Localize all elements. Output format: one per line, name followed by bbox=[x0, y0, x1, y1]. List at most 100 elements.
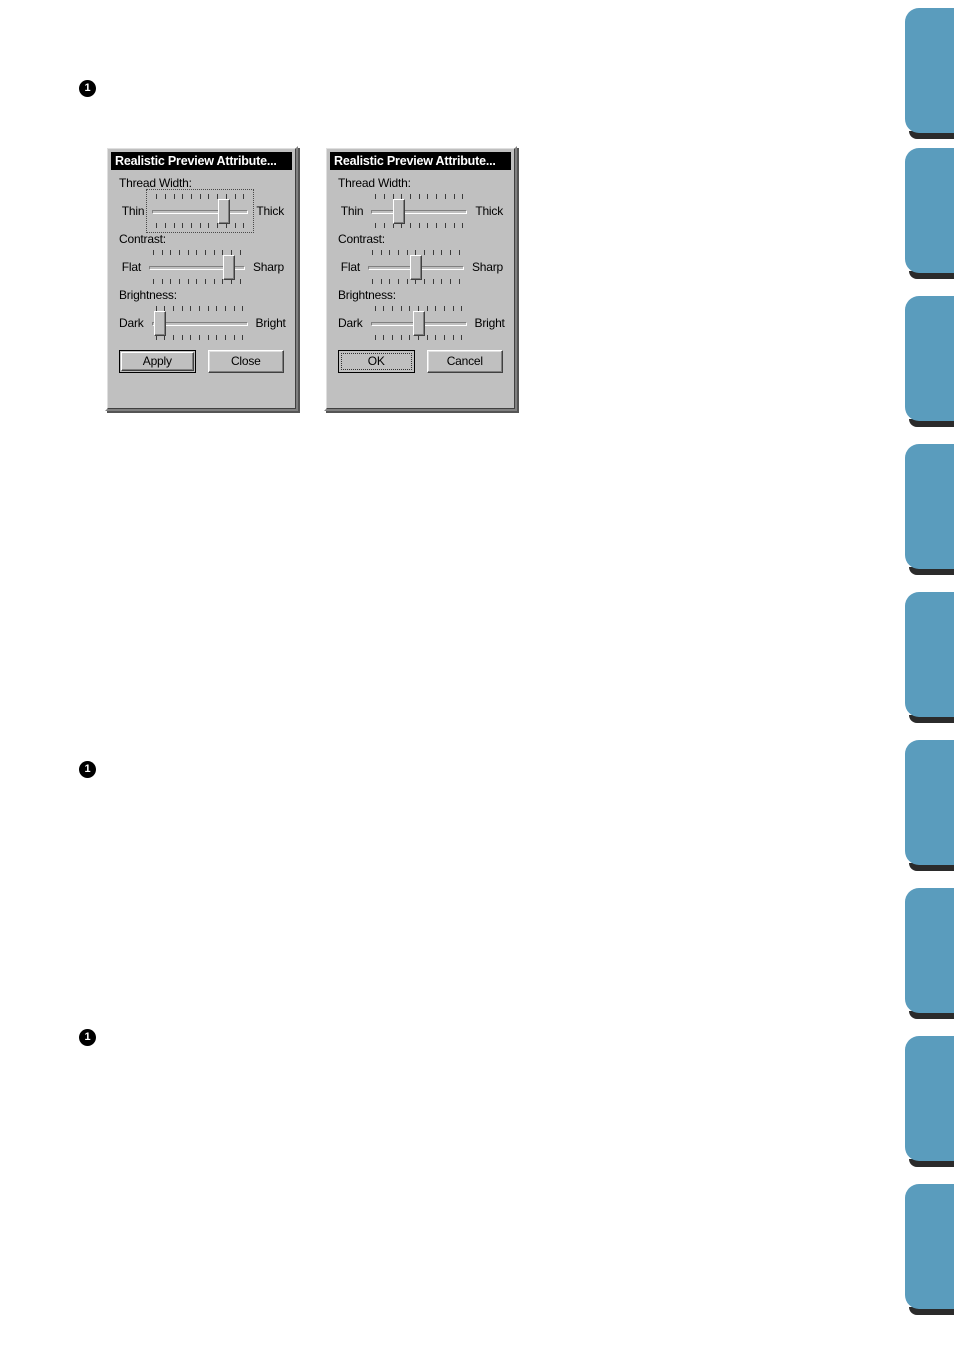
slider-max-label-contrast: Sharp bbox=[252, 260, 284, 274]
tick-mark bbox=[375, 194, 377, 199]
tick-mark bbox=[179, 279, 181, 284]
dialog-title-bar[interactable]: Realistic Preview Attribute... bbox=[330, 152, 511, 170]
index-tab-1[interactable] bbox=[905, 8, 954, 139]
tick-mark bbox=[181, 306, 183, 311]
ok-button[interactable]: OK bbox=[338, 350, 415, 373]
tick-mark bbox=[461, 335, 463, 340]
slider-thumb[interactable] bbox=[409, 255, 422, 280]
tick-mark bbox=[389, 279, 391, 284]
group-contrast: Contrast: Flat Sharp bbox=[338, 232, 503, 288]
step-bullet-3: 1 bbox=[79, 1029, 96, 1046]
slider-min-label-contrast: Flat bbox=[121, 260, 141, 274]
tick-mark bbox=[172, 335, 174, 340]
cancel-button[interactable]: Cancel bbox=[426, 350, 503, 373]
tick-mark bbox=[205, 250, 207, 255]
slider-thread-width[interactable] bbox=[369, 191, 469, 231]
tick-mark bbox=[198, 335, 200, 340]
tick-mark bbox=[216, 306, 218, 311]
tick-mark bbox=[161, 250, 163, 255]
slider-min-label-thread-width: Thin bbox=[340, 204, 364, 218]
index-tab-4[interactable] bbox=[905, 444, 954, 575]
tick-mark bbox=[452, 335, 454, 340]
index-tab-face bbox=[905, 888, 954, 1013]
tick-mark bbox=[389, 250, 391, 255]
tick-mark bbox=[196, 250, 198, 255]
tick-mark bbox=[452, 306, 454, 311]
slider-ticks-bottom bbox=[375, 223, 464, 228]
tick-mark bbox=[409, 306, 411, 311]
slider-thumb[interactable] bbox=[412, 311, 425, 336]
tick-mark bbox=[170, 279, 172, 284]
slider-row-brightness: Dark Bright bbox=[338, 302, 505, 344]
apply-button[interactable]: Apply bbox=[119, 350, 196, 373]
tick-mark bbox=[426, 335, 428, 340]
slider-thumb[interactable] bbox=[393, 199, 406, 224]
tick-mark bbox=[436, 194, 438, 199]
index-tab-9[interactable] bbox=[905, 1184, 954, 1315]
tick-mark bbox=[207, 306, 209, 311]
dialog-ok-cancel: Realistic Preview Attribute... Thread Wid… bbox=[324, 146, 517, 411]
slider-brightness[interactable] bbox=[369, 303, 469, 343]
group-label-contrast: Contrast: bbox=[119, 232, 166, 246]
tick-mark bbox=[435, 335, 437, 340]
tick-mark bbox=[152, 279, 154, 284]
slider-contrast[interactable] bbox=[147, 247, 247, 287]
tick-mark bbox=[444, 306, 446, 311]
index-tab-5[interactable] bbox=[905, 592, 954, 723]
tick-mark bbox=[427, 194, 429, 199]
page-content: 1 1 1 Realistic Preview Attribute... Thread … bbox=[0, 0, 905, 1348]
slider-max-label-thread-width: Thick bbox=[475, 204, 503, 218]
tick-mark bbox=[205, 279, 207, 284]
slider-thumb[interactable] bbox=[154, 311, 167, 336]
tick-mark bbox=[461, 306, 463, 311]
slider-row-thread-width: Thin Thick bbox=[119, 189, 284, 233]
slider-thumb[interactable] bbox=[222, 255, 235, 280]
tick-mark bbox=[207, 335, 209, 340]
index-tab-8[interactable] bbox=[905, 1036, 954, 1167]
slider-min-label-brightness: Dark bbox=[338, 316, 363, 330]
index-tab-face bbox=[905, 296, 954, 421]
tick-mark bbox=[242, 335, 244, 340]
tick-mark bbox=[242, 306, 244, 311]
button-face: OK bbox=[341, 353, 412, 370]
slider-ticks-top bbox=[375, 194, 464, 199]
tick-mark bbox=[450, 279, 452, 284]
tick-mark bbox=[233, 335, 235, 340]
dialog-button-row: OK Cancel bbox=[330, 344, 511, 381]
index-tab-2[interactable] bbox=[905, 148, 954, 279]
slider-contrast[interactable] bbox=[366, 247, 466, 287]
slider-row-brightness: Dark Bright bbox=[119, 302, 286, 344]
button-face: Apply bbox=[121, 352, 194, 371]
slider-min-label-brightness: Dark bbox=[119, 316, 144, 330]
tick-mark bbox=[374, 306, 376, 311]
slider-max-label-brightness: Bright bbox=[474, 316, 505, 330]
slider-focus-rect bbox=[146, 189, 255, 233]
tick-mark bbox=[152, 250, 154, 255]
tick-mark bbox=[424, 250, 426, 255]
tick-mark bbox=[410, 223, 412, 228]
tick-mark bbox=[441, 279, 443, 284]
tick-mark bbox=[406, 250, 408, 255]
index-tab-face bbox=[905, 444, 954, 569]
tick-mark bbox=[441, 250, 443, 255]
tick-mark bbox=[198, 306, 200, 311]
dialog-apply-close: Realistic Preview Attribute... Thread Wid… bbox=[105, 146, 298, 411]
tick-mark bbox=[432, 250, 434, 255]
index-tab-7[interactable] bbox=[905, 888, 954, 1019]
slider-max-label-brightness: Bright bbox=[255, 316, 286, 330]
dialog-title-bar[interactable]: Realistic Preview Attribute... bbox=[111, 152, 292, 170]
index-tab-3[interactable] bbox=[905, 296, 954, 427]
slider-thread-width[interactable] bbox=[146, 189, 255, 233]
close-button[interactable]: Close bbox=[207, 350, 284, 373]
tick-mark bbox=[410, 194, 412, 199]
tick-mark bbox=[391, 306, 393, 311]
tick-mark bbox=[170, 250, 172, 255]
tick-mark bbox=[400, 335, 402, 340]
tick-mark bbox=[380, 279, 382, 284]
slider-brightness[interactable] bbox=[150, 303, 250, 343]
tick-mark bbox=[161, 279, 163, 284]
index-tab-face bbox=[905, 1036, 954, 1161]
tick-mark bbox=[427, 223, 429, 228]
slider-ticks-top bbox=[155, 306, 244, 311]
index-tab-6[interactable] bbox=[905, 740, 954, 871]
